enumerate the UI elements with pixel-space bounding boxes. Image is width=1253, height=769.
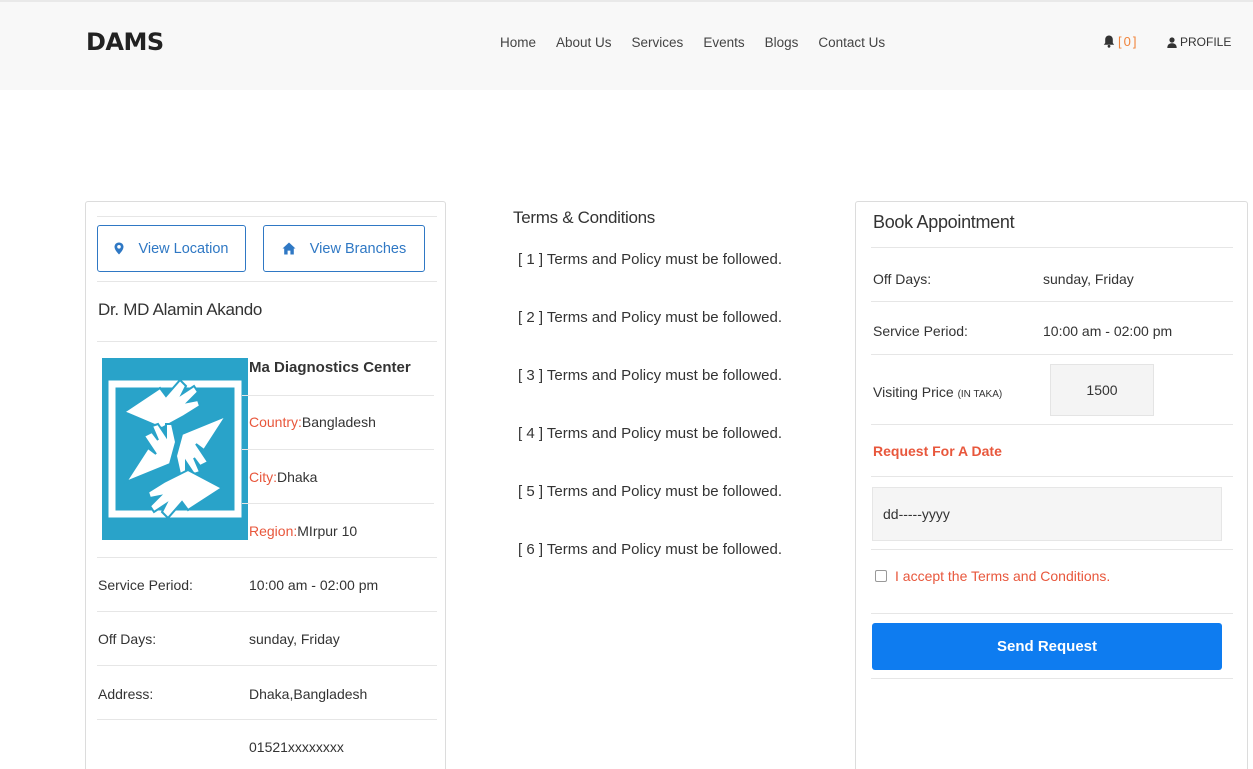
divider xyxy=(97,665,437,666)
country-line: Country:Bangladesh xyxy=(249,414,376,430)
notification-count: 0 xyxy=(1123,34,1131,49)
brand-logo[interactable]: DAMS xyxy=(86,28,164,56)
nav-link-events[interactable]: Events xyxy=(703,35,744,50)
divider xyxy=(871,247,1233,248)
navbar-top-border xyxy=(0,0,1253,2)
divider xyxy=(871,678,1233,679)
phone-value: 01521xxxxxxxx xyxy=(249,739,344,755)
divider xyxy=(97,611,437,612)
terms-item: [ 2 ] Terms and Policy must be followed. xyxy=(518,309,783,326)
off-days-value: sunday, Friday xyxy=(1043,271,1134,287)
service-period-label: Service Period: xyxy=(873,323,968,339)
accept-terms-row[interactable]: I accept the Terms and Conditions. xyxy=(875,568,1110,584)
view-branches-label: View Branches xyxy=(309,240,407,257)
off-days-value: sunday, Friday xyxy=(249,631,340,647)
profile-label: PROFILE xyxy=(1180,35,1232,49)
terms-title: Terms & Conditions xyxy=(513,208,655,227)
region-value: MIrpur 10 xyxy=(297,523,358,539)
accept-terms-label: I accept the Terms and Conditions. xyxy=(895,568,1111,584)
divider xyxy=(242,449,434,450)
region-label: Region: xyxy=(249,523,298,539)
divider xyxy=(242,503,434,504)
divider xyxy=(97,341,437,342)
service-period-value: 10:00 am - 02:00 pm xyxy=(1043,323,1173,339)
terms-item: [ 1 ] Terms and Policy must be followed. xyxy=(518,251,783,268)
terms-item: [ 6 ] Terms and Policy must be followed. xyxy=(518,541,783,558)
divider xyxy=(97,216,437,217)
divider xyxy=(871,354,1233,355)
off-days-label: Off Days: xyxy=(98,631,157,647)
user-icon xyxy=(1167,36,1177,48)
visiting-price-label: Visiting Price (IN TAKA) xyxy=(873,384,1002,400)
doctor-name: Dr. MD Alamin Akando xyxy=(98,300,263,319)
notification-bracket-close: ] xyxy=(1132,34,1137,49)
send-request-button[interactable]: Send Request xyxy=(872,623,1222,670)
off-days-label: Off Days: xyxy=(873,271,932,287)
notification-bracket-open: [ xyxy=(1118,34,1122,49)
hands-logo-icon xyxy=(108,378,242,520)
book-appointment-card: Book Appointment Off Days: sunday, Frida… xyxy=(855,201,1248,769)
divider xyxy=(871,301,1233,302)
divider xyxy=(871,613,1233,614)
diagnostic-center-name: Ma Diagnostics Center xyxy=(249,359,411,376)
nav-link-contact-us[interactable]: Contact Us xyxy=(818,35,885,50)
request-date-label: Request For A Date xyxy=(873,443,1002,459)
city-label: City: xyxy=(249,469,277,485)
accept-terms-checkbox[interactable] xyxy=(875,570,887,582)
service-period-value: 10:00 am - 02:00 pm xyxy=(249,577,379,593)
terms-item: [ 5 ] Terms and Policy must be followed. xyxy=(518,483,783,500)
terms-item: [ 3 ] Terms and Policy must be followed. xyxy=(518,367,783,384)
nav-link-blogs[interactable]: Blogs xyxy=(765,35,799,50)
country-value: Bangladesh xyxy=(301,414,376,430)
divider xyxy=(871,424,1233,425)
divider xyxy=(97,281,437,282)
navbar: DAMS Home About Us Services Events Blogs… xyxy=(0,0,1253,90)
map-marker-icon xyxy=(114,242,124,255)
service-period-label: Service Period: xyxy=(98,577,193,593)
region-line: Region:MIrpur 10 xyxy=(249,523,357,539)
doctor-info-card: View Location View Branches Dr. MD Alami… xyxy=(85,201,446,769)
visiting-price-value: 1500 xyxy=(1050,364,1154,416)
diagnostic-center-logo xyxy=(102,358,248,540)
divider xyxy=(242,395,434,396)
bell-icon xyxy=(1103,35,1115,48)
divider xyxy=(97,557,437,558)
view-branches-button[interactable]: View Branches xyxy=(263,225,425,272)
divider xyxy=(871,476,1233,477)
nav-links: Home About Us Services Events Blogs Cont… xyxy=(500,35,905,50)
home-icon xyxy=(282,242,296,255)
book-appointment-title: Book Appointment xyxy=(873,212,1015,232)
city-value: Dhaka xyxy=(277,469,318,485)
visiting-price-label-text: Visiting Price xyxy=(873,384,954,400)
address-value: Dhaka,Bangladesh xyxy=(249,686,368,702)
city-line: City:Dhaka xyxy=(249,469,317,485)
date-input[interactable]: dd-----yyyy xyxy=(872,487,1222,541)
visiting-price-unit: (IN TAKA) xyxy=(957,389,1003,400)
view-location-label: View Location xyxy=(138,240,229,257)
divider xyxy=(871,549,1233,550)
divider xyxy=(97,719,437,720)
country-label: Country: xyxy=(249,414,302,430)
profile-link[interactable]: PROFILE xyxy=(1167,35,1231,49)
nav-link-services[interactable]: Services xyxy=(632,35,684,50)
notification-button[interactable]: [ 0 ] xyxy=(1103,34,1136,49)
nav-link-about-us[interactable]: About Us xyxy=(556,35,612,50)
nav-link-home[interactable]: Home xyxy=(500,35,536,50)
view-location-button[interactable]: View Location xyxy=(97,225,246,272)
terms-item: [ 4 ] Terms and Policy must be followed. xyxy=(518,425,783,442)
address-label: Address: xyxy=(98,686,154,702)
